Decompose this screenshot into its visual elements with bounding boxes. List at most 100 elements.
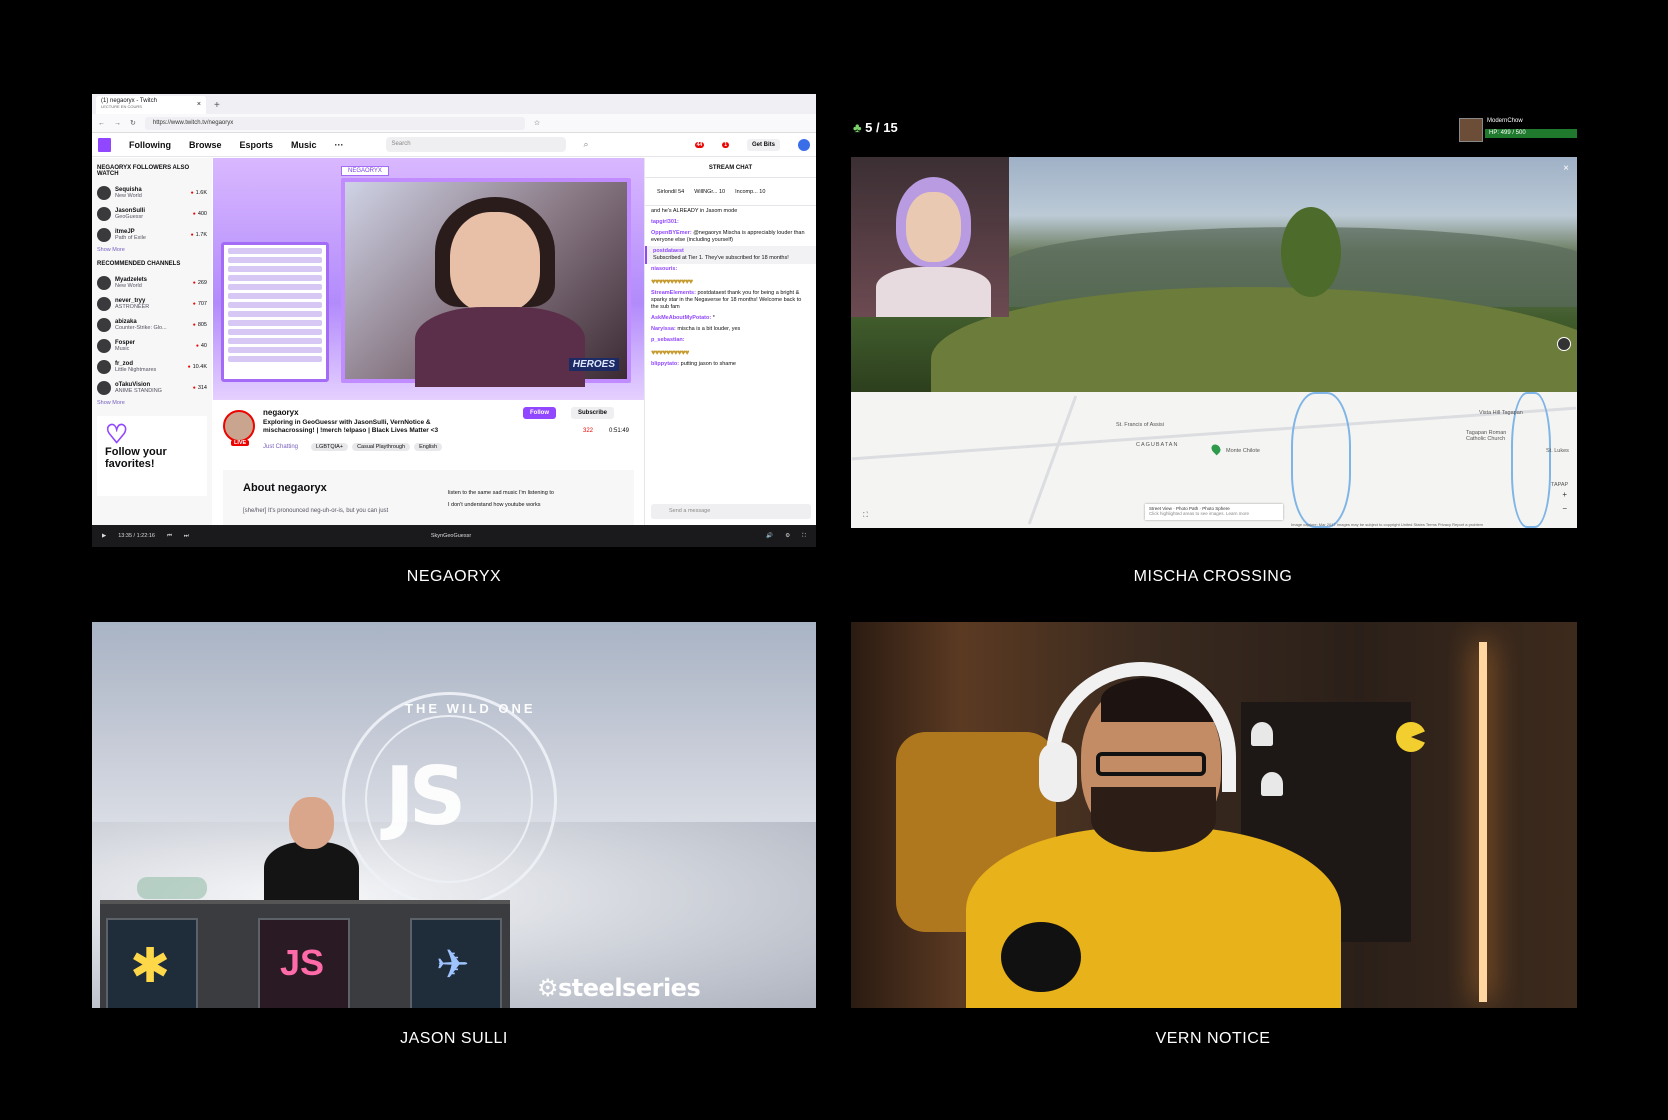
sidebar-channel[interactable]: fr_zodLittle Nightmares10.4K [97,356,207,377]
follow-button[interactable]: Follow [523,407,556,419]
panel-line: I don't understand how youtube works [448,502,541,508]
streamer-face [450,212,540,312]
search-input[interactable]: Search [385,137,566,152]
microphone [1001,922,1081,992]
tag[interactable]: English [414,443,443,451]
chat-user[interactable]: OppenBYEmer: [651,230,692,236]
stream-tags: LGBTQIA+ Casual Playthrough English [311,443,443,451]
map-footer: Image capture: Mar 2017 Images may be su… [1291,522,1484,527]
subscribe-button[interactable]: Subscribe [571,407,615,419]
previous-icon[interactable]: ⏮ [167,533,172,540]
desk-panel-star: ✱ [106,918,198,1008]
browser-toolbar: ← → ↻ https://www.twitch.tv/negaoryx ☆ [92,114,816,133]
channel-game: GeoGuessr [115,213,144,220]
viewer-count: 10.4K [188,364,207,370]
chat-user[interactable]: StreamElements: [651,290,696,296]
avatar [97,338,111,353]
expand-map-icon[interactable]: ⛶ [863,512,868,520]
avatar [97,275,111,290]
stream-chat: STREAM CHAT Sirlondil 54 WillNGr... 10 I… [644,158,816,547]
settings-gear-icon[interactable]: ⚙ [785,533,790,539]
chat-user[interactable]: p_sebastian: [651,337,685,343]
bookmark-star-icon[interactable]: ☆ [534,119,540,127]
sponsor-name: steelseries [558,974,701,1002]
next-icon[interactable]: ⏭ [184,533,189,540]
sponsor-logo: ⚙steelseries [537,974,701,1002]
close-tab-icon[interactable]: × [197,101,201,108]
sidebar-channel[interactable]: abizakaCounter-Strike: Glo...805 [97,314,207,335]
chat-message: Naryissa: mischa is a bit louder, yes [645,324,816,335]
forward-icon[interactable]: → [114,120,121,127]
url-bar[interactable]: https://www.twitch.tv/negaoryx [144,116,525,130]
inbox-badge[interactable]: 1 [722,141,729,148]
zoom-out-icon[interactable]: − [1562,504,1567,513]
stream-category[interactable]: Just Chatting [263,444,298,450]
play-icon[interactable]: ▶ [102,533,106,539]
sidebar-channel[interactable]: JasonSulliGeoGuessr 400 [97,203,207,224]
user-avatar[interactable] [798,138,810,151]
map-label: Tagapan Roman Catholic Church [1466,430,1507,442]
heart-icon: ♡ [105,419,129,449]
channel-name: Sequisha [115,186,142,193]
nav-browse[interactable]: Browse [189,140,222,150]
browser-tab-bar: (1) negaoryx - Twitch LECTURE EN COURS ×… [92,94,816,114]
guess-map[interactable]: St. Francis of Assisi CAGUBATAN Monte Ch… [851,392,1577,528]
new-tab-icon[interactable]: + [214,100,220,111]
viewer-count: 400 [193,211,207,217]
avatar [97,185,111,200]
pacman-icon [1396,722,1426,752]
sidebar-channel[interactable]: never_tryyASTRONEER 707 [97,293,207,314]
volume-icon[interactable]: 🔊 [766,533,773,539]
search-icon[interactable]: ⌕ [584,139,589,150]
map-road [1027,395,1078,525]
map-river [1291,392,1351,528]
close-icon[interactable]: × [1563,163,1569,174]
chat-text: Subscribed at Tier 1. They've subscribed… [653,255,789,261]
tag[interactable]: LGBTQIA+ [311,443,349,451]
js-emblem-logo: THE WILD ONE JS [342,692,557,907]
chat-input[interactable]: Send a message [651,504,811,519]
chat-user[interactable]: tapgirl301: [651,219,679,225]
avatar [97,206,111,221]
zoom-in-icon[interactable]: + [1562,490,1567,499]
sidebar-channel[interactable]: itmeJPPath of Exile1.7K [97,224,207,245]
show-more-link[interactable]: Show More [97,247,207,253]
nav-more[interactable]: ··· [335,140,344,150]
notifications-badge[interactable]: 44 [694,141,705,148]
twitch-logo-icon[interactable] [98,137,111,152]
map-label: Vista Hill Tagapan [1479,410,1523,416]
video-player[interactable]: NEGAORYX HEROES [213,158,644,400]
back-icon[interactable]: ← [98,120,105,127]
sidebar-channel[interactable]: oTakuVisionANIME STANDING314 [97,377,207,398]
nav-esports[interactable]: Esports [240,140,274,150]
fullscreen-icon[interactable]: ⛶ [802,533,806,540]
sidebar-channel[interactable]: MyadzeletsNew World 269 [97,272,207,293]
nav-music[interactable]: Music [291,140,317,150]
chat-user[interactable]: blippytato: [651,361,679,367]
chat-user[interactable]: Naryissa: [651,326,676,332]
channel-name[interactable]: negaoryx [263,408,299,417]
show-more-link[interactable]: Show More [97,400,207,406]
chat-user[interactable]: postdataest [653,248,684,254]
webcam-feed: HEROES [341,178,631,387]
sidebar-channel[interactable]: FosperMusic 40 [97,335,207,356]
reload-icon[interactable]: ↻ [130,119,136,127]
heroes-logo: HEROES [568,358,619,371]
map-label: Monte Chilote [1226,448,1260,454]
chat-user[interactable]: AskMeAboutMyPotato: [651,315,711,321]
tag[interactable]: Casual Playthrough [352,443,411,451]
browser-tab[interactable]: (1) negaoryx - Twitch LECTURE EN COURS × [96,96,206,114]
compass-icon[interactable] [1557,337,1571,351]
nav-following[interactable]: Following [129,140,171,150]
channel-avatar[interactable] [223,410,255,442]
get-bits-button[interactable]: Get Bits [746,138,780,151]
gifter-count: 10 [719,188,726,195]
player-hp-widget: ModernChow HP: 499 / 500 [1459,118,1577,142]
avatar [97,380,111,395]
street-view[interactable]: × [851,157,1577,392]
about-panel-text: listen to the same sad music I'm listeni… [448,490,628,508]
chat-message: blippytato: putting jason to shame [645,359,816,370]
chat-user[interactable]: niasouris: [651,266,677,272]
sidebar-channel[interactable]: SequishaNew World 1.6K [97,182,207,203]
panel-caption: JASON SULLI [400,1030,508,1047]
